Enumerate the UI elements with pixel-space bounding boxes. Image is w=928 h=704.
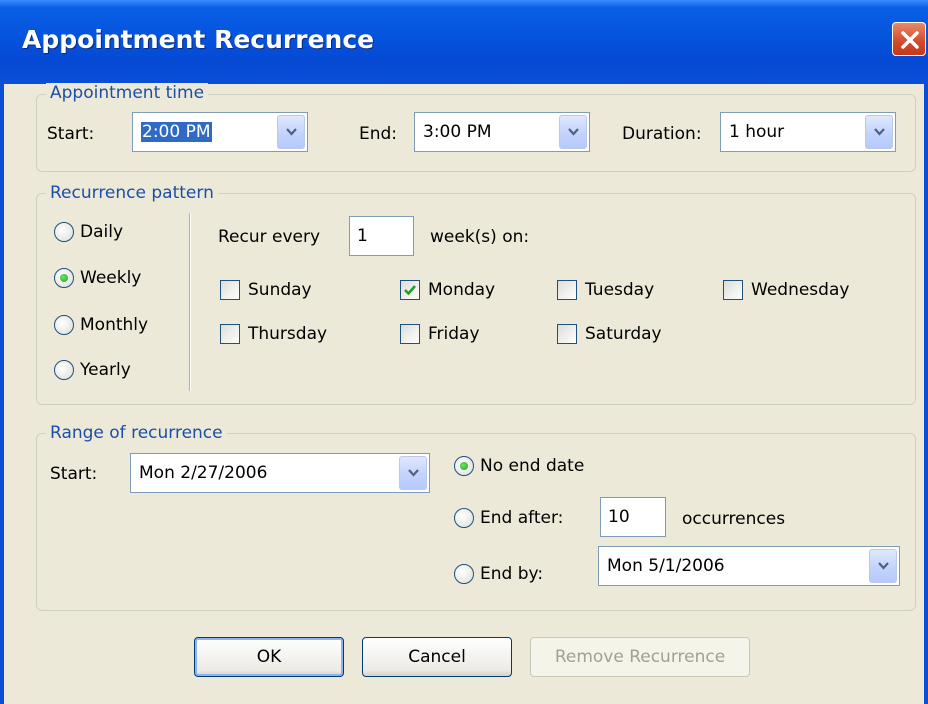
range-start-dropdown-button[interactable]	[399, 456, 427, 490]
recurrence-pattern-legend: Recurrence pattern	[46, 183, 218, 203]
start-time-combo[interactable]: 2:00 PM	[132, 112, 308, 152]
cancel-button-label: Cancel	[408, 647, 466, 667]
end-after-value[interactable]: 10	[608, 507, 630, 527]
checkbox-saturday-label[interactable]: Saturday	[585, 324, 662, 344]
checkbox-monday[interactable]	[400, 280, 420, 300]
window-frame-right	[924, 84, 928, 704]
checkbox-thursday-label[interactable]: Thursday	[248, 324, 327, 344]
duration-label: Duration:	[622, 124, 702, 144]
checkbox-monday-label[interactable]: Monday	[428, 280, 495, 300]
start-time-label: Start:	[47, 124, 95, 144]
radio-end-by[interactable]	[454, 564, 474, 584]
range-start-value[interactable]: Mon 2/27/2006	[139, 463, 267, 483]
radio-no-end-date[interactable]	[454, 456, 474, 476]
radio-end-by-label[interactable]: End by:	[480, 564, 543, 584]
range-legend: Range of recurrence	[46, 423, 227, 443]
end-after-input[interactable]: 10	[600, 497, 666, 537]
close-icon	[901, 31, 919, 49]
checkbox-saturday[interactable]	[557, 324, 577, 344]
start-time-dropdown-button[interactable]	[277, 115, 305, 149]
chevron-down-icon	[878, 562, 889, 570]
ok-button-label: OK	[256, 647, 282, 667]
chevron-down-icon	[568, 128, 579, 136]
end-by-dropdown-button[interactable]	[869, 549, 897, 583]
radio-weekly-label[interactable]: Weekly	[80, 268, 141, 288]
chevron-down-icon	[286, 128, 297, 136]
recur-every-value[interactable]: 1	[357, 226, 368, 246]
radio-weekly[interactable]	[54, 268, 74, 288]
end-time-combo[interactable]: 3:00 PM	[414, 112, 590, 152]
checkmark-icon	[404, 285, 416, 296]
radio-end-after-label[interactable]: End after:	[480, 508, 563, 528]
radio-yearly-label[interactable]: Yearly	[80, 360, 131, 380]
remove-recurrence-button[interactable]: Remove Recurrence	[530, 637, 750, 677]
radio-daily[interactable]	[54, 222, 74, 242]
range-start-label: Start:	[50, 464, 98, 484]
radio-daily-label[interactable]: Daily	[80, 222, 123, 242]
checkbox-sunday-label[interactable]: Sunday	[248, 280, 312, 300]
checkbox-sunday[interactable]	[220, 280, 240, 300]
checkbox-wednesday-label[interactable]: Wednesday	[751, 280, 849, 300]
duration-value[interactable]: 1 hour	[729, 122, 784, 142]
ok-button[interactable]: OK	[194, 637, 344, 677]
remove-recurrence-label: Remove Recurrence	[554, 647, 726, 667]
end-time-dropdown-button[interactable]	[559, 115, 587, 149]
start-time-value[interactable]: 2:00 PM	[141, 122, 212, 142]
checkbox-tuesday[interactable]	[557, 280, 577, 300]
appointment-time-legend: Appointment time	[46, 83, 209, 103]
radio-monthly[interactable]	[54, 315, 74, 335]
range-start-combo[interactable]: Mon 2/27/2006	[130, 453, 430, 493]
end-time-value[interactable]: 3:00 PM	[423, 122, 492, 142]
checkbox-friday[interactable]	[400, 324, 420, 344]
duration-combo[interactable]: 1 hour	[720, 112, 896, 152]
recur-every-label: Recur every	[218, 227, 321, 247]
end-by-combo[interactable]: Mon 5/1/2006	[598, 546, 900, 586]
radio-no-end-date-label[interactable]: No end date	[480, 456, 584, 476]
checkbox-friday-label[interactable]: Friday	[428, 324, 480, 344]
occurrences-label: occurrences	[682, 509, 786, 529]
weeks-on-label: week(s) on:	[430, 227, 530, 247]
checkbox-thursday[interactable]	[220, 324, 240, 344]
duration-dropdown-button[interactable]	[865, 115, 893, 149]
radio-yearly[interactable]	[54, 360, 74, 380]
window-title: Appointment Recurrence	[22, 25, 375, 54]
radio-monthly-label[interactable]: Monthly	[80, 315, 148, 335]
cancel-button[interactable]: Cancel	[362, 637, 512, 677]
checkbox-tuesday-label[interactable]: Tuesday	[585, 280, 654, 300]
end-time-label: End:	[359, 124, 398, 144]
checkbox-wednesday[interactable]	[723, 280, 743, 300]
end-by-value[interactable]: Mon 5/1/2006	[607, 556, 725, 576]
recur-every-input[interactable]: 1	[349, 216, 414, 256]
radio-end-after[interactable]	[454, 508, 474, 528]
chevron-down-icon	[874, 128, 885, 136]
pattern-separator	[189, 213, 191, 391]
chevron-down-icon	[408, 469, 419, 477]
close-button[interactable]	[892, 22, 926, 56]
